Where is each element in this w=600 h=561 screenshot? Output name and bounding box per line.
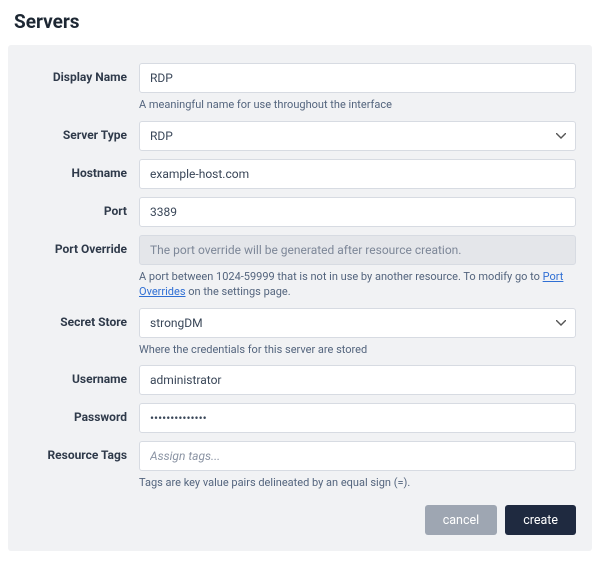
port-override-label: Port Override (24, 235, 139, 256)
secret-store-select[interactable]: strongDM (139, 308, 576, 338)
resource-tags-label: Resource Tags (24, 441, 139, 462)
display-name-label: Display Name (24, 63, 139, 84)
secret-store-label: Secret Store (24, 308, 139, 329)
button-row: cancel create (24, 505, 576, 535)
create-button[interactable]: create (505, 505, 576, 535)
display-name-help: A meaningful name for use throughout the… (139, 98, 576, 113)
resource-tags-help: Tags are key value pairs delineated by a… (139, 476, 576, 491)
secret-store-help: Where the credentials for this server ar… (139, 343, 576, 358)
page-title: Servers (0, 0, 600, 45)
port-label: Port (24, 197, 139, 218)
hostname-label: Hostname (24, 159, 139, 180)
server-type-select[interactable]: RDP (139, 121, 576, 151)
cancel-button[interactable]: cancel (425, 505, 497, 535)
port-override-help-prefix: A port between 1024-59999 that is not in… (139, 270, 543, 283)
server-form: Display Name A meaningful name for use t… (8, 45, 592, 551)
password-label: Password (24, 403, 139, 424)
password-input[interactable] (139, 403, 576, 433)
port-override-help-suffix: on the settings page. (186, 285, 291, 298)
username-input[interactable] (139, 365, 576, 395)
port-override-readonly: The port override will be generated afte… (139, 235, 576, 265)
server-type-label: Server Type (24, 121, 139, 142)
display-name-input[interactable] (139, 63, 576, 93)
port-override-help: A port between 1024-59999 that is not in… (139, 270, 576, 300)
hostname-input[interactable] (139, 159, 576, 189)
port-input[interactable] (139, 197, 576, 227)
resource-tags-input[interactable] (139, 441, 576, 471)
username-label: Username (24, 365, 139, 386)
